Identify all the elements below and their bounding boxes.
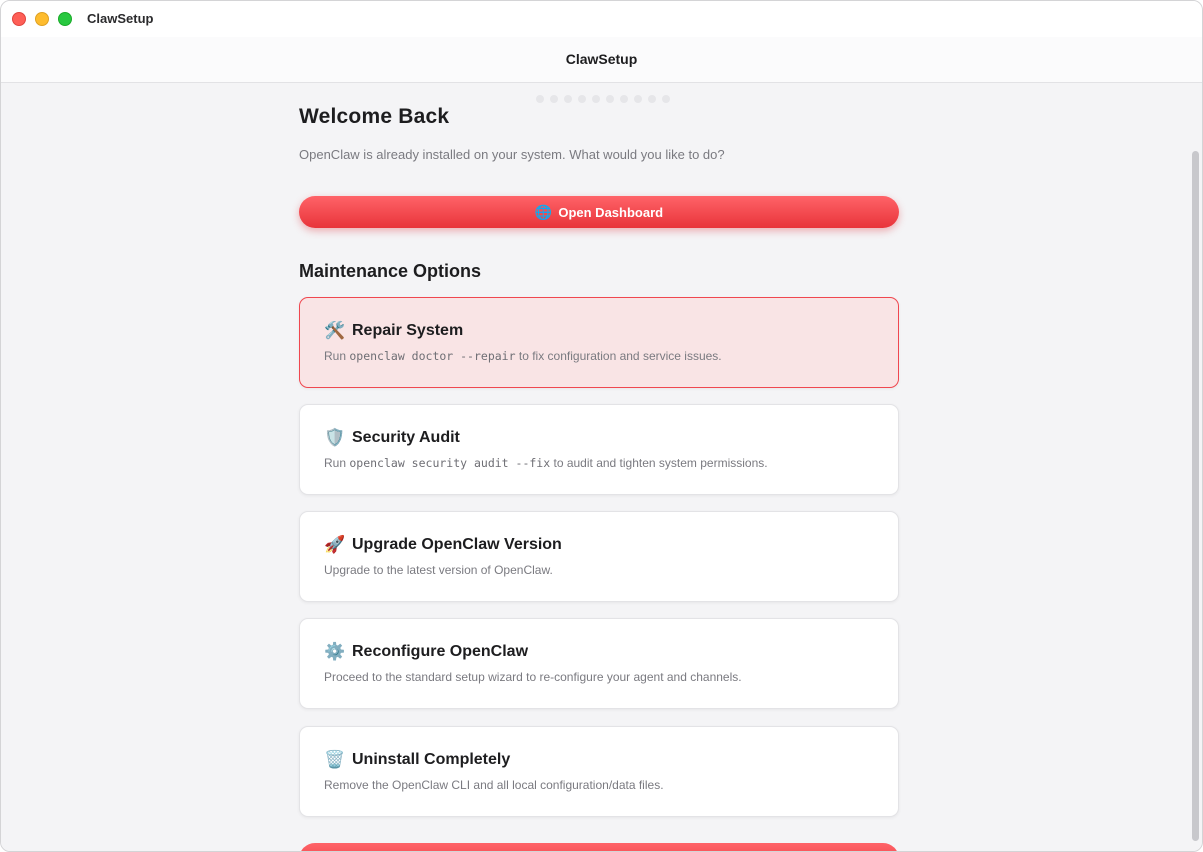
command-text: openclaw security audit --fix <box>349 456 551 470</box>
repair-system-card[interactable]: 🛠️ Repair System Run openclaw doctor --r… <box>299 297 899 388</box>
page-subtitle: OpenClaw is already installed on your sy… <box>299 147 725 162</box>
step-dot <box>592 95 600 103</box>
upgrade-card[interactable]: 🚀 Upgrade OpenClaw Version Upgrade to th… <box>299 511 899 602</box>
gear-icon: ⚙️ <box>324 642 346 661</box>
card-description: Run openclaw security audit --fix to aud… <box>324 456 768 470</box>
zoom-window-button[interactable] <box>58 12 72 26</box>
title-bar[interactable]: ClawSetup <box>1 1 1202 37</box>
card-description: Run openclaw doctor --repair to fix conf… <box>324 349 722 363</box>
uninstall-card[interactable]: 🗑️ Uninstall Completely Remove the OpenC… <box>299 726 899 817</box>
step-dot <box>564 95 572 103</box>
scrollbar[interactable] <box>1192 151 1200 841</box>
step-dot <box>662 95 670 103</box>
section-title: Maintenance Options <box>299 261 482 281</box>
reconfigure-card[interactable]: ⚙️ Reconfigure OpenClaw Proceed to the s… <box>299 618 899 709</box>
open-dashboard-label: Open Dashboard <box>558 204 664 220</box>
step-indicator <box>536 95 670 103</box>
scrollbar-thumb[interactable] <box>1192 151 1199 841</box>
page-title: Welcome Back <box>299 105 450 128</box>
card-description: Remove the OpenClaw CLI and all local co… <box>324 778 664 792</box>
card-title: Upgrade OpenClaw Version <box>352 536 562 553</box>
app-window: ClawSetup ClawSetup Welcome Back OpenCla… <box>0 0 1203 852</box>
security-audit-card[interactable]: 🛡️ Security Audit Run openclaw security … <box>299 404 899 495</box>
card-title: Security Audit <box>352 429 460 446</box>
bottom-action-button[interactable] <box>299 843 899 851</box>
step-dot <box>536 95 544 103</box>
card-title: Repair System <box>352 322 464 339</box>
header-title: ClawSetup <box>565 51 638 67</box>
step-dot <box>578 95 586 103</box>
window-title: ClawSetup <box>87 11 154 26</box>
close-window-button[interactable] <box>12 12 26 26</box>
shield-icon: 🛡️ <box>324 428 346 447</box>
tools-icon: 🛠️ <box>324 321 346 340</box>
trash-icon: 🗑️ <box>324 750 346 769</box>
step-dot <box>634 95 642 103</box>
card-description: Upgrade to the latest version of OpenCla… <box>324 563 553 577</box>
command-text: openclaw doctor --repair <box>349 349 516 363</box>
card-title: Uninstall Completely <box>352 751 511 768</box>
card-description: Proceed to the standard setup wizard to … <box>324 670 742 684</box>
card-title: Reconfigure OpenClaw <box>352 643 529 660</box>
page-header: ClawSetup <box>1 37 1202 83</box>
step-dot <box>550 95 558 103</box>
open-dashboard-button[interactable]: 🌐 Open Dashboard <box>299 196 899 228</box>
step-dot <box>606 95 614 103</box>
step-dot <box>648 95 656 103</box>
rocket-icon: 🚀 <box>324 535 346 554</box>
minimize-window-button[interactable] <box>35 12 49 26</box>
step-dot <box>620 95 628 103</box>
main-content[interactable]: Welcome Back OpenClaw is already install… <box>1 83 1202 851</box>
globe-icon: 🌐 <box>534 203 553 220</box>
